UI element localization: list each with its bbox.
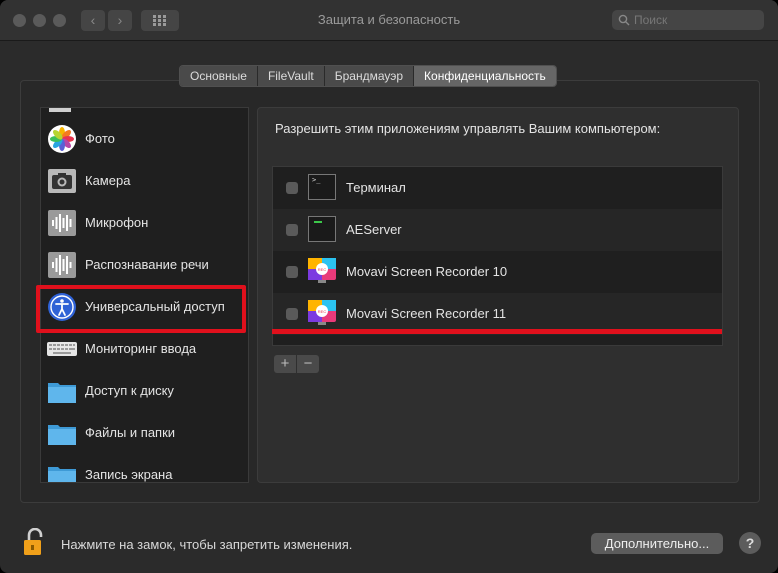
help-button[interactable]: ? — [739, 532, 761, 554]
folder-icon — [48, 383, 76, 403]
add-app-button[interactable]: + — [274, 355, 296, 373]
folder-icon — [48, 467, 76, 482]
sidebar-item-label: Фото — [85, 131, 115, 146]
app-row-movavi-10[interactable]: REC Movavi Screen Recorder 10 — [273, 251, 722, 293]
keyboard-icon — [47, 342, 77, 356]
sidebar-item-speech-recognition[interactable]: Распознавание речи — [41, 244, 248, 286]
sidebar-item-label: Мониторинг ввода — [85, 341, 197, 356]
folder-icon — [48, 425, 76, 445]
movavi-icon-text: REC — [318, 267, 327, 272]
sidebar-item-label: Камера — [85, 173, 131, 188]
selection-highlight-annotation — [36, 285, 246, 333]
preferences-window: ‹ › Защита и безопасность Поиск Основные… — [0, 0, 778, 573]
sidebar-item-full-disk-access[interactable]: Доступ к диску — [41, 370, 248, 412]
app-row-terminal[interactable]: >_ Терминал — [273, 167, 722, 209]
panel-heading: Разрешить этим приложениям управлять Ваш… — [275, 121, 661, 136]
app-checkbox[interactable] — [286, 182, 298, 194]
microphone-icon — [48, 210, 76, 236]
search-input[interactable]: Поиск — [612, 10, 764, 30]
lock-instruction-text: Нажмите на замок, чтобы запретить измене… — [61, 537, 353, 552]
app-label: Movavi Screen Recorder 10 — [346, 264, 508, 279]
sidebar-item-photos[interactable]: Фото — [41, 118, 248, 160]
app-checkbox[interactable] — [286, 266, 298, 278]
sidebar-item-label: Доступ к диску — [85, 383, 174, 398]
advanced-button[interactable]: Дополнительно... — [591, 533, 723, 554]
aeserver-icon — [308, 216, 336, 242]
app-row-aeserver[interactable]: AEServer — [273, 209, 722, 251]
title-bar: ‹ › Защита и безопасность Поиск — [0, 0, 778, 41]
photos-icon — [48, 125, 76, 153]
search-icon — [618, 14, 630, 26]
app-label: AEServer — [346, 222, 402, 237]
speech-recognition-icon — [48, 252, 76, 278]
underline-annotation — [272, 329, 722, 334]
app-label: Терминал — [346, 180, 406, 195]
partial-list-item-icon — [49, 108, 71, 112]
remove-app-button[interactable]: − — [297, 355, 319, 373]
movavi-icon: REC — [308, 258, 336, 283]
app-checkbox[interactable] — [286, 308, 298, 320]
tab-privacy[interactable]: Конфиденциальность — [414, 66, 556, 86]
sidebar-item-label: Микрофон — [85, 215, 149, 230]
sidebar-item-files-and-folders[interactable]: Файлы и папки — [41, 412, 248, 454]
movavi-icon: REC — [308, 300, 336, 325]
terminal-icon: >_ — [308, 174, 336, 200]
app-checkbox[interactable] — [286, 224, 298, 236]
app-list[interactable]: >_ Терминал AEServer REC Movavi Screen R — [272, 166, 723, 346]
tab-firewall[interactable]: Брандмауэр — [324, 66, 415, 86]
sidebar-item-label: Файлы и папки — [85, 425, 176, 440]
tab-filevault[interactable]: FileVault — [257, 66, 325, 86]
sidebar-item-label: Распознавание речи — [85, 257, 209, 272]
search-placeholder: Поиск — [634, 13, 668, 27]
lock-icon[interactable] — [24, 528, 46, 556]
sidebar-item-label: Запись экрана — [85, 467, 173, 482]
sidebar-item-microphone[interactable]: Микрофон — [41, 202, 248, 244]
camera-icon — [48, 169, 76, 193]
sidebar-item-screen-recording[interactable]: Запись экрана — [41, 454, 248, 482]
sidebar-item-camera[interactable]: Камера — [41, 160, 248, 202]
terminal-icon-text: >_ — [312, 176, 321, 184]
tab-general[interactable]: Основные — [180, 66, 258, 86]
movavi-icon-text: REC — [318, 309, 327, 314]
tab-bar: Основные FileVault Брандмауэр Конфиденци… — [179, 65, 557, 87]
sidebar-item-input-monitoring[interactable]: Мониторинг ввода — [41, 328, 248, 370]
